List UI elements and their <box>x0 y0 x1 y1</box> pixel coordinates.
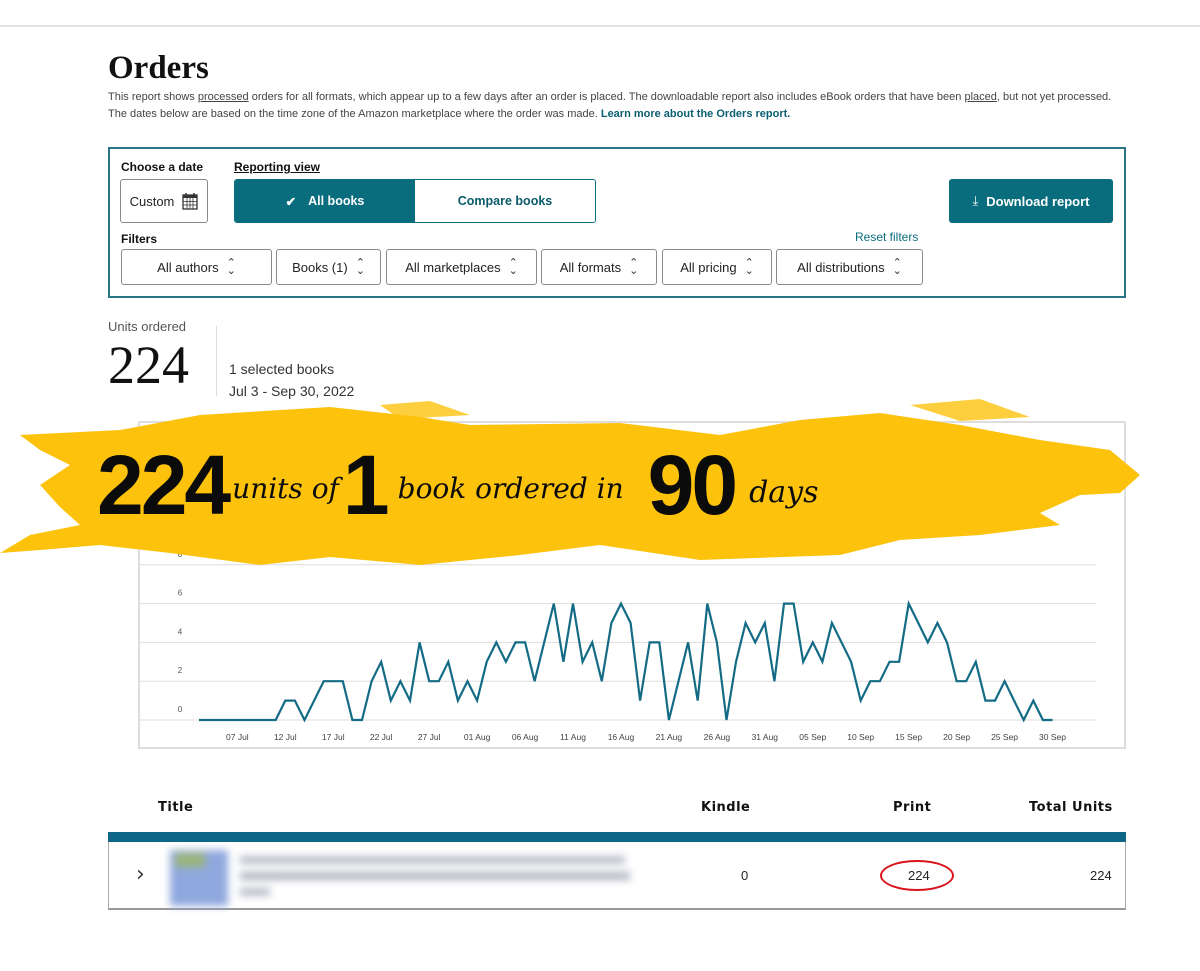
y-tick-label: 0 <box>178 705 183 714</box>
expand-row-chevron-icon[interactable]: › <box>136 862 145 887</box>
filter-formats[interactable]: All formats ⌃ ⌄ <box>541 249 657 285</box>
chevron-updown-icon: ⌃ ⌄ <box>226 257 236 277</box>
page-title: Orders <box>108 50 209 86</box>
table-header-bar <box>108 832 1126 842</box>
chevron-updown-icon: ⌃ ⌄ <box>744 257 754 277</box>
compare-books-tab[interactable]: Compare books <box>415 180 595 222</box>
x-tick-label: 06 Aug <box>512 732 539 742</box>
chevron-updown-icon: ⌃ ⌄ <box>892 257 902 277</box>
processed-link[interactable]: processed <box>198 91 249 103</box>
filter-distributions[interactable]: All distributions ⌃ ⌄ <box>776 249 923 285</box>
x-tick-label: 11 Aug <box>560 732 586 742</box>
x-tick-label: 30 Sep <box>1039 732 1066 742</box>
x-tick-label: 20 Sep <box>943 732 970 742</box>
units-series-line <box>199 600 1053 723</box>
x-tick-label: 07 Jul <box>226 732 249 742</box>
check-icon: ✔ <box>285 194 297 209</box>
chevron-updown-icon: ⌃ ⌄ <box>355 257 365 277</box>
x-tick-label: 21 Aug <box>656 732 683 742</box>
x-tick-label: 25 Sep <box>991 732 1018 742</box>
filter-marketplaces[interactable]: All marketplaces ⌃ ⌄ <box>386 249 537 285</box>
top-divider <box>0 25 1200 27</box>
reporting-view-toggle: ✔ All books Compare books <box>234 179 596 223</box>
filter-pricing[interactable]: All pricing ⌃ ⌄ <box>662 249 772 285</box>
chevron-updown-icon: ⌃ ⌄ <box>629 257 639 277</box>
units-ordered-label: Units ordered <box>108 319 187 334</box>
reset-filters-link[interactable]: Reset filters <box>855 230 918 244</box>
summary-divider <box>216 326 217 396</box>
total-units: 224 <box>1090 868 1112 883</box>
units-ordered-value: 224 <box>108 335 189 395</box>
x-tick-label: 15 Sep <box>895 732 922 742</box>
y-tick-label: 2 <box>178 666 183 675</box>
filters-label: Filters <box>121 232 158 246</box>
filter-books[interactable]: Books (1) ⌃ ⌄ <box>276 249 381 285</box>
blurred-book-title <box>165 848 635 908</box>
download-report-button[interactable]: ⤓ Download report <box>949 179 1113 223</box>
x-tick-label: 12 Jul <box>274 732 297 742</box>
x-tick-label: 16 Aug <box>608 732 635 742</box>
choose-date-label: Choose a date <box>121 160 204 174</box>
reporting-view-label[interactable]: Reporting view <box>234 160 320 174</box>
x-tick-label: 17 Jul <box>322 732 345 742</box>
filter-authors[interactable]: All authors ⌃ ⌄ <box>121 249 272 285</box>
date-picker-button[interactable]: Custom <box>120 179 208 223</box>
x-tick-label: 26 Aug <box>704 732 731 742</box>
y-tick-label: 6 <box>178 589 183 598</box>
placed-link[interactable]: placed <box>964 91 996 103</box>
calendar-icon <box>182 193 199 210</box>
column-header-print: Print <box>893 800 932 815</box>
x-tick-label: 27 Jul <box>418 732 441 742</box>
download-icon: ⤓ <box>972 193 979 208</box>
learn-more-link[interactable]: Learn more about the Orders report. <box>601 108 790 120</box>
banner-text: 224 units of 1 book ordered in 90 days <box>97 437 819 532</box>
column-header-title: Title <box>158 800 194 815</box>
y-tick-label: 4 <box>178 627 183 636</box>
kindle-units: 0 <box>741 868 749 883</box>
page-description: This report shows processed orders for a… <box>108 91 1112 120</box>
x-tick-label: 05 Sep <box>799 732 826 742</box>
x-tick-label: 22 Jul <box>370 732 393 742</box>
column-header-total-units: Total Units <box>1029 800 1113 815</box>
x-tick-label: 01 Aug <box>464 732 491 742</box>
chevron-updown-icon: ⌃ ⌄ <box>508 257 518 277</box>
highlight-circle <box>880 860 954 891</box>
x-tick-label: 10 Sep <box>847 732 874 742</box>
x-tick-label: 31 Aug <box>752 732 779 742</box>
all-books-tab[interactable]: ✔ All books <box>235 180 415 222</box>
column-header-kindle: Kindle <box>701 800 751 815</box>
